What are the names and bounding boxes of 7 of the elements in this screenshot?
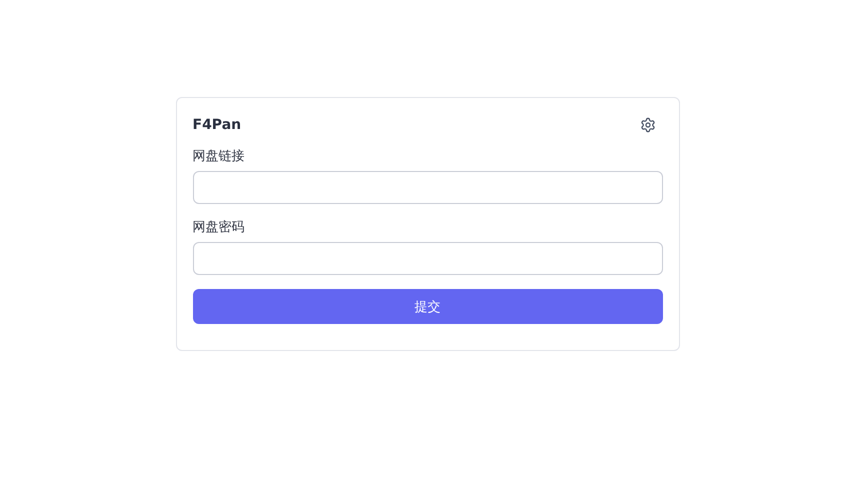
input-field[interactable] <box>192 171 662 204</box>
app-title: F4Pan <box>192 117 242 133</box>
field-label: 网盘密码 <box>192 219 244 236</box>
input-field[interactable] <box>192 242 662 275</box>
field-label: 网盘链接 <box>192 148 244 165</box>
submit-button[interactable]: 提交 <box>192 289 662 324</box>
settings-button[interactable] <box>640 117 656 133</box>
